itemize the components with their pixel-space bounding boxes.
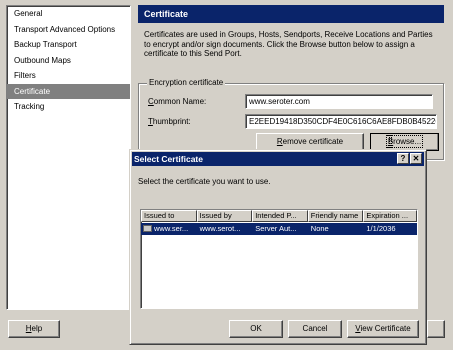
- pane-title: Certificate: [138, 5, 444, 23]
- dialog-title: Select Certificate: [134, 154, 203, 164]
- column-issued-by[interactable]: Issued by: [196, 210, 253, 222]
- cancel-button[interactable]: Cancel: [288, 320, 342, 338]
- browse-button-label: Browse...: [385, 135, 424, 148]
- close-icon[interactable]: ✕: [410, 153, 422, 164]
- common-name-field[interactable]: www.seroter.com: [245, 94, 433, 109]
- select-certificate-dialog: Select Certificate ? ✕ Select the certif…: [129, 149, 427, 345]
- certificate-list[interactable]: Issued to Issued by Intended P... Friend…: [140, 209, 418, 309]
- list-header: Issued to Issued by Intended P... Friend…: [141, 210, 417, 222]
- column-intended-purposes[interactable]: Intended P...: [252, 210, 308, 222]
- nav-item-backup-transport[interactable]: Backup Transport: [7, 37, 130, 53]
- dialog-prompt: Select the certificate you want to use.: [138, 177, 271, 186]
- help-button[interactable]: Help: [8, 320, 60, 338]
- ok-button[interactable]: OK: [229, 320, 283, 338]
- cell-friendly-name: None: [310, 224, 329, 233]
- nav-item-tracking[interactable]: Tracking: [7, 99, 130, 115]
- cell-issued-to: www.ser...: [141, 223, 197, 235]
- cell-expiration: 1/1/2036: [366, 224, 396, 233]
- nav-item-outbound-maps[interactable]: Outbound Maps: [7, 53, 130, 69]
- column-friendly-name[interactable]: Friendly name: [307, 210, 364, 222]
- cell-intended-purposes: Server Aut...: [255, 224, 297, 233]
- nav-item-general[interactable]: General: [7, 6, 130, 22]
- group-title: Encryption certificate: [147, 78, 226, 87]
- certificate-icon: [143, 225, 152, 232]
- hidden-dialog-button[interactable]: [427, 320, 445, 338]
- column-expiration[interactable]: Expiration ...: [363, 210, 417, 222]
- help-icon[interactable]: ?: [397, 153, 409, 164]
- cell-issued-by: www.serot...: [199, 224, 241, 233]
- property-nav-list: General Transport Advanced Options Backu…: [6, 5, 131, 310]
- thumbprint-label: Thumbprint:: [148, 117, 191, 126]
- dialog-titlebar: Select Certificate ? ✕: [132, 152, 424, 166]
- table-row[interactable]: www.ser... www.serot... Server Aut... No…: [141, 223, 417, 235]
- common-name-label: Common Name:: [148, 97, 207, 106]
- thumbprint-field[interactable]: E2EED19418D350CDF4E0C616C6AE8FDB0B452267: [245, 114, 437, 129]
- view-certificate-button[interactable]: View Certificate: [347, 320, 419, 338]
- column-issued-to[interactable]: Issued to: [141, 210, 197, 222]
- pane-description: Certificates are used in Groups, Hosts, …: [144, 30, 433, 58]
- nav-item-transport-advanced-options[interactable]: Transport Advanced Options: [7, 22, 130, 38]
- nav-item-filters[interactable]: Filters: [7, 68, 130, 84]
- nav-item-certificate[interactable]: Certificate: [7, 83, 130, 99]
- help-button-label: Help: [25, 324, 43, 333]
